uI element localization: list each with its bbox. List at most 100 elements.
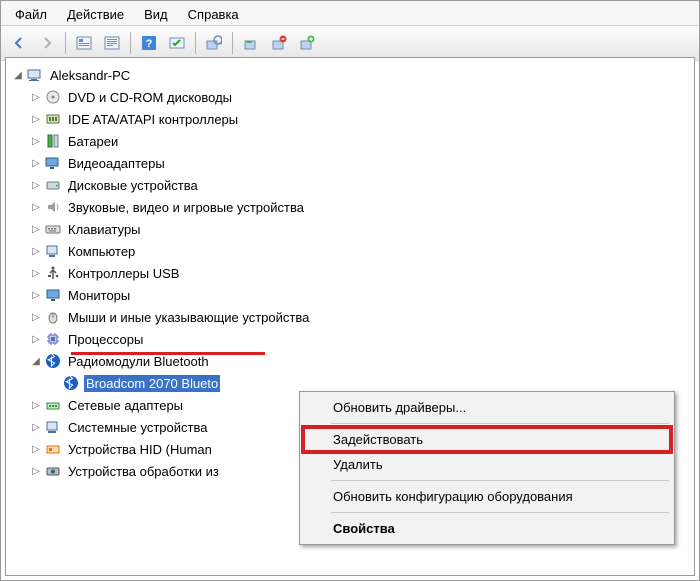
hid-icon [44, 440, 62, 458]
expand-icon[interactable]: ▷ [30, 201, 42, 213]
expand-icon[interactable]: ▷ [30, 443, 42, 455]
show-hidden-button[interactable] [71, 30, 97, 56]
menu-help[interactable]: Справка [178, 5, 249, 24]
computer-icon [44, 242, 62, 260]
enable-button[interactable] [294, 30, 320, 56]
tree-item-dvd[interactable]: ▷ DVD и CD-ROM дисководы [30, 86, 692, 108]
svg-text:?: ? [146, 38, 153, 50]
battery-icon [44, 132, 62, 150]
expand-icon[interactable]: ▷ [30, 135, 42, 147]
network-icon [44, 396, 62, 414]
nav-back-button[interactable] [6, 30, 32, 56]
bluetooth-icon [62, 374, 80, 392]
ctx-separator [331, 512, 669, 513]
tree-item-label: Радиомодули Bluetooth [66, 353, 211, 370]
ide-icon [44, 110, 62, 128]
menu-file[interactable]: Файл [5, 5, 57, 24]
ctx-enable[interactable]: Задействовать [303, 427, 671, 452]
tree-item-cpu[interactable]: ▷ Процессоры [30, 328, 692, 350]
expand-icon[interactable]: ▷ [30, 113, 42, 125]
tree-item-label: Системные устройства [66, 419, 209, 436]
imaging-icon [44, 462, 62, 480]
expand-icon[interactable]: ▷ [30, 223, 42, 235]
ctx-delete[interactable]: Удалить [303, 452, 671, 477]
tree-item-ide[interactable]: ▷ IDE ATA/ATAPI контроллеры [30, 108, 692, 130]
expand-icon[interactable]: ▷ [30, 465, 42, 477]
bluetooth-icon [44, 352, 62, 370]
expand-icon[interactable]: ▷ [30, 179, 42, 191]
tree-item-label: Мониторы [66, 287, 132, 304]
tree-item-display[interactable]: ▷ Видеоадаптеры [30, 152, 692, 174]
toolbar-separator [130, 32, 131, 54]
update-driver-button[interactable] [201, 30, 227, 56]
expand-icon[interactable]: ▷ [30, 245, 42, 257]
tree-item-label: Клавиатуры [66, 221, 143, 238]
tree-item-monitor[interactable]: ▷ Мониторы [30, 284, 692, 306]
collapse-icon[interactable]: ◢ [30, 355, 42, 367]
context-menu: Обновить драйверы... Задействовать Удали… [299, 391, 675, 545]
tree-root-label: Aleksandr-PC [48, 67, 132, 84]
tree-item-label: Процессоры [66, 331, 145, 348]
display-adapter-icon [44, 154, 62, 172]
expand-icon[interactable]: ▷ [30, 157, 42, 169]
tree-item-usb[interactable]: ▷ Контроллеры USB [30, 262, 692, 284]
sound-icon [44, 198, 62, 216]
scan-changes-button[interactable] [164, 30, 190, 56]
expand-icon[interactable]: ▷ [30, 311, 42, 323]
disc-icon [44, 88, 62, 106]
system-icon [44, 418, 62, 436]
device-manager-window: Файл Действие Вид Справка ? [0, 0, 700, 581]
monitor-icon [44, 286, 62, 304]
expand-icon[interactable]: ▷ [30, 91, 42, 103]
tree-item-battery[interactable]: ▷ Батареи [30, 130, 692, 152]
toolbar: ? [1, 26, 699, 61]
uninstall-button[interactable] [238, 30, 264, 56]
nav-forward-button[interactable] [34, 30, 60, 56]
tree-item-label: Компьютер [66, 243, 137, 260]
tree-item-label: Устройства HID (Human [66, 441, 214, 458]
properties-button[interactable] [99, 30, 125, 56]
tree-item-computer[interactable]: ▷ Компьютер [30, 240, 692, 262]
ctx-update-drivers[interactable]: Обновить драйверы... [303, 395, 671, 420]
ctx-separator [331, 480, 669, 481]
tree-item-label: Мыши и иные указывающие устройства [66, 309, 311, 326]
help-button[interactable]: ? [136, 30, 162, 56]
tree-item-label: Сетевые адаптеры [66, 397, 185, 414]
tree-item-label: DVD и CD-ROM дисководы [66, 89, 234, 106]
tree-item-label: Дисковые устройства [66, 177, 200, 194]
ctx-properties[interactable]: Свойства [303, 516, 671, 541]
expand-icon[interactable]: ▷ [30, 267, 42, 279]
collapse-icon[interactable]: ◢ [12, 69, 24, 81]
toolbar-separator [232, 32, 233, 54]
tree-item-label: Батареи [66, 133, 120, 150]
usb-icon [44, 264, 62, 282]
annotation-underline [71, 352, 265, 355]
toolbar-separator [65, 32, 66, 54]
tree-item-disk[interactable]: ▷ Дисковые устройства [30, 174, 692, 196]
mouse-icon [44, 308, 62, 326]
tree-leaf-label: Broadcom 2070 Blueto [84, 375, 220, 392]
expand-icon[interactable]: ▷ [30, 333, 42, 345]
tree-item-mouse[interactable]: ▷ Мыши и иные указывающие устройства [30, 306, 692, 328]
expand-icon[interactable]: ▷ [30, 421, 42, 433]
disk-icon [44, 176, 62, 194]
menu-view[interactable]: Вид [134, 5, 178, 24]
expand-icon[interactable]: ▷ [30, 289, 42, 301]
tree-item-label: Контроллеры USB [66, 265, 181, 282]
tree-item-label: Звуковые, видео и игровые устройства [66, 199, 306, 216]
computer-icon [26, 66, 44, 84]
menu-action[interactable]: Действие [57, 5, 134, 24]
keyboard-icon [44, 220, 62, 238]
menu-bar: Файл Действие Вид Справка [1, 1, 699, 26]
tree-root[interactable]: ◢ Aleksandr-PC [12, 64, 692, 86]
ctx-scan-hw[interactable]: Обновить конфигурацию оборудования [303, 484, 671, 509]
tree-item-label: Видеоадаптеры [66, 155, 167, 172]
ctx-separator [331, 423, 669, 424]
tree-item-label: IDE ATA/ATAPI контроллеры [66, 111, 240, 128]
toolbar-separator [195, 32, 196, 54]
expand-icon[interactable]: ▷ [30, 399, 42, 411]
tree-item-keyboard[interactable]: ▷ Клавиатуры [30, 218, 692, 240]
tree-item-sound[interactable]: ▷ Звуковые, видео и игровые устройства [30, 196, 692, 218]
tree-item-label: Устройства обработки из [66, 463, 221, 480]
disable-button[interactable] [266, 30, 292, 56]
